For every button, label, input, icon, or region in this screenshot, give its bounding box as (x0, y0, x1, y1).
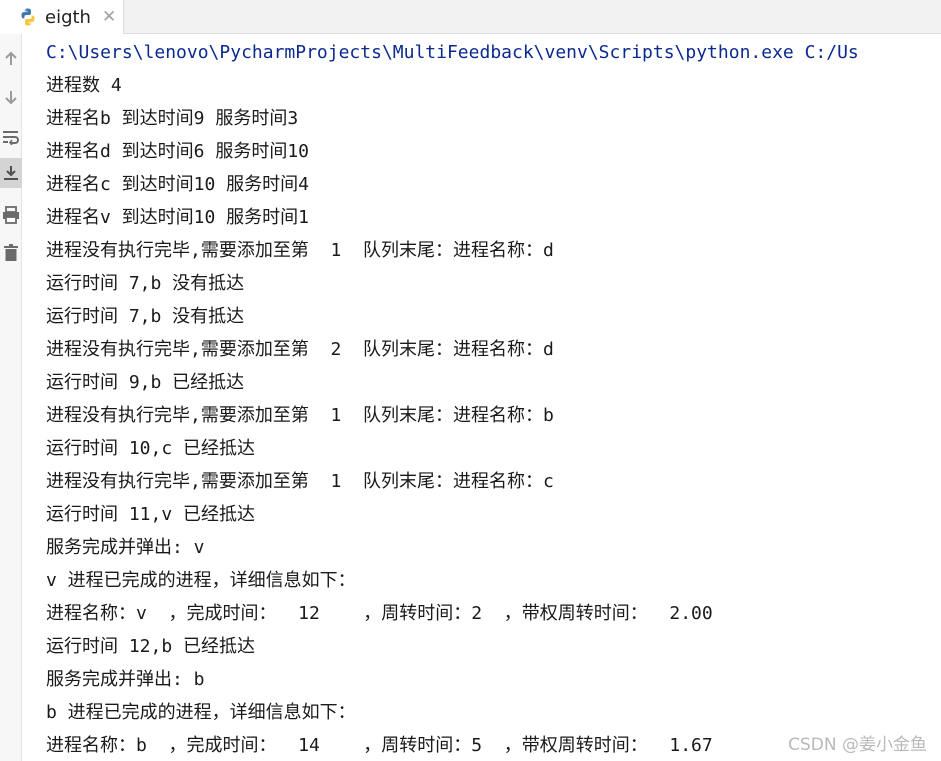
console-line: 进程名b 到达时间9 服务时间3 (46, 108, 299, 129)
watermark: CSDN @姜小金鱼 (788, 735, 927, 755)
console-line: 进程没有执行完毕,需要添加至第 1 队列末尾：进程名称：b (46, 405, 554, 426)
console-line-command: C:\Users\lenovo\PycharmProjects\MultiFee… (46, 42, 859, 63)
console-line: 进程没有执行完毕,需要添加至第 1 队列末尾：进程名称：d (46, 240, 554, 261)
scroll-to-end-icon[interactable] (0, 158, 22, 188)
console-line: 运行时间 7,b 没有抵达 (46, 273, 245, 294)
console-line: 运行时间 7,b 没有抵达 (46, 306, 245, 327)
soft-wrap-icon[interactable] (0, 122, 22, 152)
console-line: b 进程已完成的进程，详细信息如下： (46, 702, 356, 723)
console-line: 进程名d 到达时间6 服务时间10 (46, 141, 310, 162)
console-line: 进程没有执行完毕,需要添加至第 2 队列末尾：进程名称：d (46, 339, 554, 360)
editor-tab-bar: eigth ✕ (0, 0, 941, 34)
console-toolbar (0, 34, 22, 761)
trash-icon[interactable] (0, 238, 22, 268)
console-line: 进程名v 到达时间10 服务时间1 (46, 207, 310, 228)
console-line: 运行时间 12,b 已经抵达 (46, 636, 256, 657)
tab-label: eigth (45, 6, 91, 28)
console-line: 进程名c 到达时间10 服务时间4 (46, 174, 310, 195)
print-icon[interactable] (0, 200, 22, 230)
console-line: v 进程已完成的进程，详细信息如下： (46, 570, 356, 591)
console-line: 进程名称：v ，完成时间： 12 ，周转时间：2 ，带权周转时间： 2.00 (46, 603, 713, 624)
console-line: 运行时间 9,b 已经抵达 (46, 372, 245, 393)
console-line: 进程数 4 (46, 75, 122, 96)
console-line: 服务完成并弹出: v (46, 537, 205, 558)
console-line: 运行时间 11,v 已经抵达 (46, 504, 256, 525)
python-icon (18, 7, 38, 27)
arrow-down-icon[interactable] (0, 82, 22, 112)
console-line: 运行时间 10,c 已经抵达 (46, 438, 256, 459)
close-icon[interactable]: ✕ (102, 8, 116, 26)
console-line: 进程没有执行完毕,需要添加至第 1 队列末尾：进程名称：c (46, 471, 554, 492)
console-line: 服务完成并弹出: b (46, 669, 205, 690)
arrow-up-icon[interactable] (0, 44, 22, 74)
tab-eigth[interactable]: eigth ✕ (0, 0, 124, 34)
run-console-output[interactable]: C:\Users\lenovo\PycharmProjects\MultiFee… (46, 36, 941, 761)
